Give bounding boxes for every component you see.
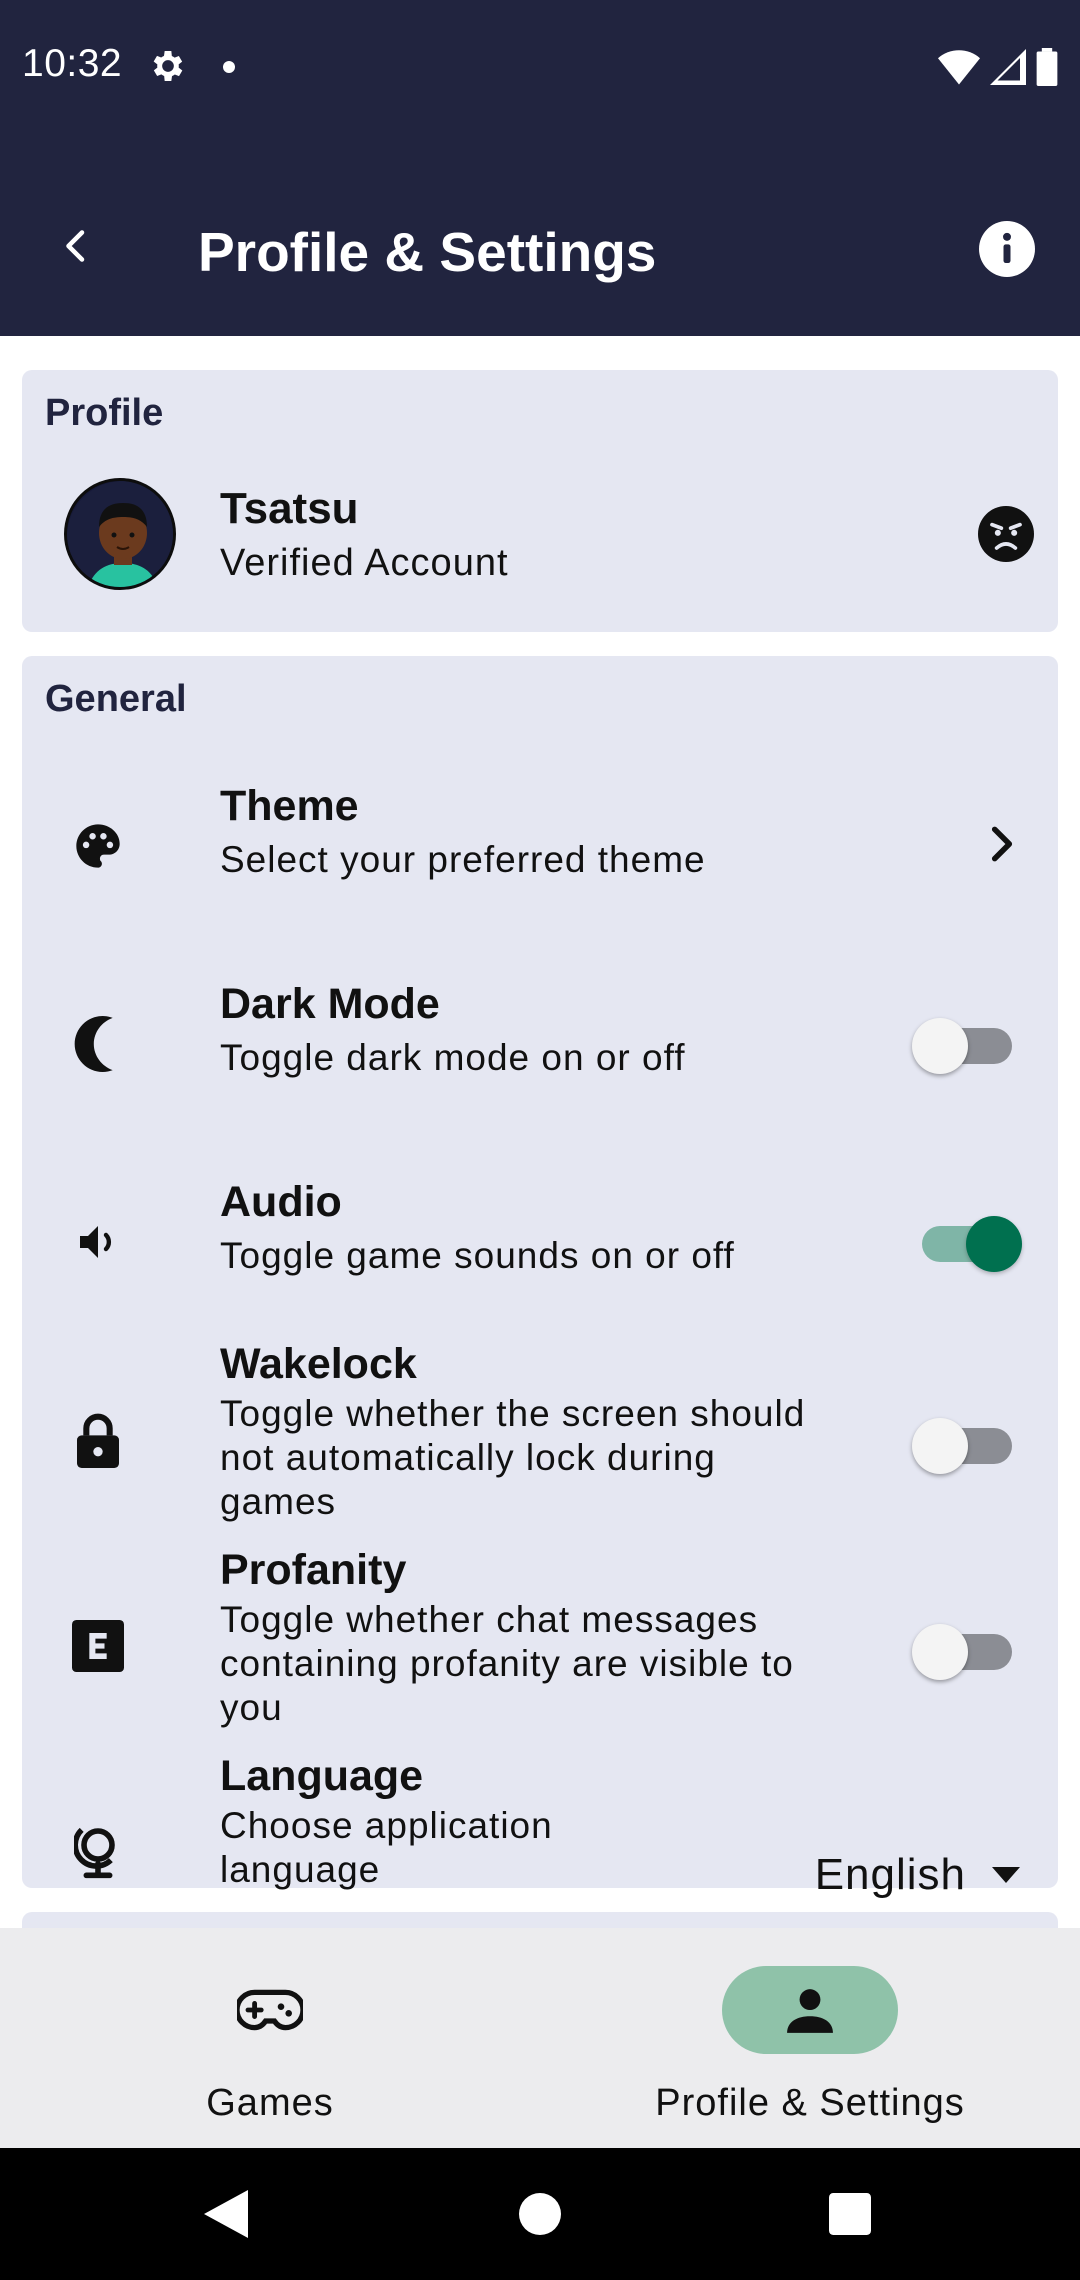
general-section-title: General bbox=[45, 678, 187, 720]
nav-icon-container bbox=[182, 1966, 358, 2054]
explicit-icon bbox=[68, 1616, 128, 1676]
angry-face-icon[interactable] bbox=[978, 506, 1034, 562]
gamepad-icon bbox=[237, 1989, 303, 2031]
lock-icon bbox=[68, 1410, 128, 1470]
square-recents-icon bbox=[829, 2193, 871, 2235]
status-time: 10:32 bbox=[22, 42, 123, 85]
setting-audio: Audio Toggle game sounds on or off bbox=[22, 1160, 1058, 1340]
system-home-button[interactable] bbox=[474, 2148, 606, 2280]
triangle-back-icon bbox=[204, 2190, 248, 2238]
app-bar: 10:32 Profile & Settings bbox=[0, 0, 1080, 336]
setting-description: Toggle game sounds on or off bbox=[220, 1235, 735, 1276]
setting-title: Profanity bbox=[220, 1546, 407, 1594]
dropdown-arrow-icon bbox=[992, 1867, 1020, 1883]
switch-thumb bbox=[912, 1018, 968, 1074]
settings-notification-icon bbox=[148, 46, 188, 86]
battery-icon bbox=[1036, 48, 1058, 86]
back-arrow-icon bbox=[66, 230, 85, 262]
setting-theme[interactable]: Theme Select your preferred theme bbox=[22, 764, 1058, 944]
status-icons bbox=[938, 46, 1058, 88]
language-dropdown[interactable]: English bbox=[815, 1850, 1020, 1900]
nav-label: Profile & Settings bbox=[655, 2082, 965, 2124]
page-title: Profile & Settings bbox=[198, 221, 657, 283]
nav-games[interactable]: Games bbox=[70, 1966, 470, 2126]
avatar bbox=[64, 478, 176, 590]
profile-name: Tsatsu bbox=[220, 484, 359, 533]
palette-icon bbox=[68, 816, 128, 876]
chevron-right-icon bbox=[991, 826, 1013, 862]
moon-icon bbox=[68, 1014, 128, 1074]
switch-thumb bbox=[912, 1624, 968, 1680]
system-navigation-bar bbox=[0, 2148, 1080, 2280]
circle-home-icon bbox=[519, 2193, 561, 2235]
nav-label: Games bbox=[206, 2082, 334, 2124]
signal-icon bbox=[990, 49, 1026, 85]
switch-thumb bbox=[966, 1216, 1022, 1272]
switch-thumb bbox=[912, 1418, 968, 1474]
toolbar: Profile & Settings bbox=[0, 180, 1080, 320]
nav-profile-settings[interactable]: Profile & Settings bbox=[610, 1966, 1010, 2126]
setting-title: Wakelock bbox=[220, 1340, 417, 1388]
profanity-toggle[interactable] bbox=[912, 1616, 1022, 1680]
bottom-navigation: Games Profile & Settings bbox=[0, 1928, 1080, 2148]
profile-status: Verified Account bbox=[220, 542, 509, 584]
general-settings-card: General Theme Select your preferred them… bbox=[22, 656, 1058, 1899]
notification-dot-icon bbox=[223, 61, 235, 73]
setting-title: Theme bbox=[220, 782, 359, 830]
back-button[interactable] bbox=[40, 210, 112, 282]
wifi-icon bbox=[938, 50, 980, 85]
system-back-button[interactable] bbox=[160, 2148, 292, 2280]
person-icon bbox=[787, 1989, 833, 2033]
info-button[interactable] bbox=[974, 216, 1040, 282]
setting-language: Language Choose application language Eng… bbox=[22, 1736, 1058, 1899]
nav-icon-container-selected bbox=[722, 1966, 898, 2054]
info-icon bbox=[979, 221, 1035, 277]
audio-toggle[interactable] bbox=[912, 1208, 1022, 1272]
globe-icon bbox=[68, 1822, 128, 1882]
speaker-icon bbox=[68, 1212, 128, 1272]
wakelock-toggle[interactable] bbox=[912, 1410, 1022, 1474]
setting-title: Language bbox=[220, 1752, 424, 1800]
setting-profanity: Profanity Toggle whether chat messages c… bbox=[22, 1530, 1058, 1730]
setting-description: Toggle dark mode on or off bbox=[220, 1037, 686, 1078]
setting-wakelock: Wakelock Toggle whether the screen shoul… bbox=[22, 1324, 1058, 1524]
profile-card[interactable]: Profile Tsatsu Verified Account bbox=[22, 370, 1058, 632]
system-recents-button[interactable] bbox=[784, 2148, 916, 2280]
language-value: English bbox=[814, 1850, 966, 1899]
setting-description: Choose application language bbox=[220, 1805, 553, 1890]
profile-section-title: Profile bbox=[45, 392, 164, 434]
setting-description: Toggle whether chat messages containing … bbox=[220, 1599, 794, 1728]
setting-description: Toggle whether the screen should not aut… bbox=[220, 1393, 806, 1522]
status-bar: 10:32 bbox=[0, 0, 1080, 134]
setting-title: Audio bbox=[220, 1178, 342, 1226]
dark-mode-toggle[interactable] bbox=[912, 1010, 1022, 1074]
setting-description: Select your preferred theme bbox=[220, 839, 706, 880]
setting-title: Dark Mode bbox=[220, 980, 440, 1028]
setting-dark-mode: Dark Mode Toggle dark mode on or off bbox=[22, 962, 1058, 1142]
